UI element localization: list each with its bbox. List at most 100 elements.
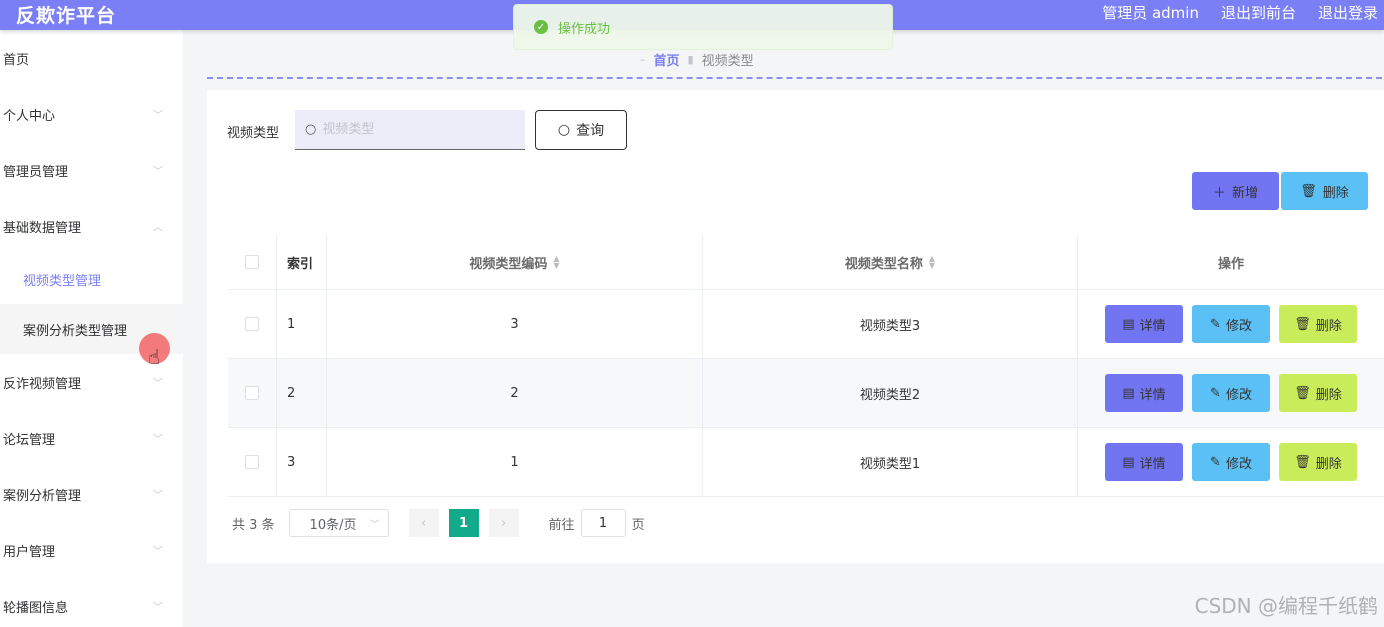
sidebar-item-label: 轮播图信息: [3, 600, 69, 616]
row-code: 3: [327, 290, 703, 358]
prev-page-button[interactable]: ‹: [408, 509, 439, 537]
edit-button[interactable]: ✎ 修改: [1192, 374, 1270, 412]
data-table: 索引 视频类型编码 ▲ ▼ 视频类型名称 ▲ ▼ 操作 1 3 视频类型3 ▤ 详情 …: [228, 235, 1384, 497]
row-operations: ▤ 详情 ✎ 修改 🗑 删除: [1078, 428, 1384, 496]
detail-button[interactable]: ▤ 详情: [1105, 443, 1183, 481]
exit-to-front-link[interactable]: 退出到前台: [1221, 2, 1296, 23]
trash-icon: 🗑: [1294, 385, 1311, 401]
add-button[interactable]: ＋ 新增: [1192, 172, 1279, 210]
chevron-down-icon: ﹀: [153, 546, 163, 558]
sidebar-item-label: 个人中心: [3, 108, 56, 124]
sidebar-item-label: 案例分析管理: [3, 488, 82, 504]
query-button[interactable]: ○ 查询: [535, 110, 627, 150]
sidebar-item-label: 管理员管理: [3, 164, 69, 180]
page-number-current[interactable]: 1: [448, 509, 479, 537]
sidebar-item-user-management[interactable]: 用户管理 ﹀: [0, 522, 183, 578]
pencil-icon: ✎: [1210, 316, 1221, 332]
sidebar-item-personal-center[interactable]: 个人中心 ﹀: [0, 86, 183, 142]
sidebar-item-home[interactable]: 首页: [0, 30, 183, 86]
next-page-button[interactable]: ›: [488, 509, 519, 537]
row-checkbox[interactable]: [245, 455, 259, 469]
pagination-total: 共 3 条: [232, 517, 275, 533]
edit-button[interactable]: ✎ 修改: [1192, 443, 1270, 481]
row-name: 视频类型3: [703, 290, 1078, 358]
delete-button[interactable]: 🗑 删除: [1279, 305, 1357, 343]
row-operations: ▤ 详情 ✎ 修改 🗑 删除: [1078, 290, 1384, 358]
table-header-row: 索引 视频类型编码 ▲ ▼ 视频类型名称 ▲ ▼ 操作: [228, 235, 1384, 290]
batch-delete-label: 删除: [1322, 185, 1349, 201]
detail-button[interactable]: ▤ 详情: [1105, 374, 1183, 412]
sidebar-item-label: 反诈视频管理: [3, 376, 82, 392]
pencil-icon: ✎: [1210, 385, 1221, 401]
trash-icon: 🗑: [1300, 183, 1317, 199]
search-input-wrapper[interactable]: ○: [295, 110, 525, 150]
table-row: 3 1 视频类型1 ▤ 详情 ✎ 修改 🗑 删除: [228, 428, 1384, 497]
hand-cursor-icon: ☝: [148, 345, 161, 369]
sort-icon[interactable]: ▲ ▼: [929, 255, 935, 270]
chevron-left-icon: ‹: [420, 515, 427, 531]
breadcrumb-separator-icon: ▮: [687, 53, 694, 66]
detail-label: 详情: [1139, 318, 1166, 334]
chevron-down-icon: ﹀: [153, 490, 163, 502]
admin-user-label[interactable]: 管理员 admin: [1102, 2, 1199, 23]
sidebar-item-label: 论坛管理: [3, 432, 56, 448]
row-code: 1: [327, 428, 703, 496]
pencil-icon: ✎: [1210, 454, 1221, 470]
chevron-down-icon: ﹀: [153, 110, 163, 122]
search-input[interactable]: [322, 122, 513, 137]
document-icon: ▤: [1122, 385, 1135, 401]
header-name[interactable]: 视频类型名称 ▲ ▼: [703, 235, 1078, 289]
sidebar-item-forum[interactable]: 论坛管理 ﹀: [0, 410, 183, 466]
row-checkbox-cell: [228, 428, 277, 496]
edit-label: 修改: [1225, 456, 1252, 472]
row-index: 1: [277, 290, 327, 358]
batch-delete-button[interactable]: 🗑 删除: [1281, 172, 1368, 210]
chevron-down-icon: ﹀: [153, 378, 163, 390]
search-label: 视频类型: [227, 126, 280, 141]
delete-label: 删除: [1315, 387, 1342, 403]
breadcrumb: – 首页 ▮ 视频类型: [640, 50, 754, 69]
sidebar-subitem-video-type[interactable]: 视频类型管理: [0, 254, 183, 304]
header-code[interactable]: 视频类型编码 ▲ ▼: [327, 235, 703, 289]
breadcrumb-current: 视频类型: [701, 54, 754, 69]
row-checkbox-cell: [228, 359, 277, 427]
sidebar-item-admin-management[interactable]: 管理员管理 ﹀: [0, 142, 183, 198]
document-icon: ▤: [1122, 454, 1135, 470]
delete-button[interactable]: 🗑 删除: [1279, 443, 1357, 481]
sidebar-item-basic-data[interactable]: 基础数据管理 ︿: [0, 198, 183, 254]
success-toast: ✓ 操作成功: [513, 4, 893, 50]
breadcrumb-line-icon: –: [640, 53, 646, 66]
sidebar-item-label: 基础数据管理: [3, 220, 82, 236]
sidebar-item-carousel[interactable]: 轮播图信息 ﹀: [0, 578, 183, 627]
check-circle-icon: ✓: [534, 20, 548, 34]
chevron-right-icon: ›: [500, 515, 507, 531]
sidebar-item-label: 首页: [3, 52, 30, 68]
dashed-divider: [207, 77, 1382, 79]
brand-title: 反欺诈平台: [16, 5, 117, 27]
page-size-value: 10条/页: [309, 517, 357, 533]
detail-button[interactable]: ▤ 详情: [1105, 305, 1183, 343]
logout-link[interactable]: 退出登录: [1318, 2, 1378, 23]
chevron-down-icon: ﹀: [153, 166, 163, 178]
row-name: 视频类型1: [703, 428, 1078, 496]
edit-label: 修改: [1225, 318, 1252, 334]
goto-page-input[interactable]: [580, 509, 626, 537]
search-icon: ○: [557, 122, 571, 138]
row-checkbox[interactable]: [245, 317, 259, 331]
row-checkbox[interactable]: [245, 386, 259, 400]
edit-button[interactable]: ✎ 修改: [1192, 305, 1270, 343]
delete-label: 删除: [1315, 456, 1342, 472]
sidebar-item-label: 用户管理: [3, 544, 56, 560]
delete-button[interactable]: 🗑 删除: [1279, 374, 1357, 412]
breadcrumb-home[interactable]: 首页: [654, 50, 680, 69]
page-suffix: 页: [631, 517, 645, 533]
row-name: 视频类型2: [703, 359, 1078, 427]
select-all-checkbox[interactable]: [245, 255, 259, 269]
detail-label: 详情: [1139, 387, 1166, 403]
sort-icon[interactable]: ▲ ▼: [553, 255, 559, 270]
document-icon: ▤: [1122, 316, 1135, 332]
goto-label: 前往: [548, 517, 575, 533]
page-size-select[interactable]: 10条/页 ﹀: [288, 509, 389, 537]
sidebar-item-label: 案例分析类型管理: [23, 323, 128, 339]
sidebar-item-case-analysis[interactable]: 案例分析管理 ﹀: [0, 466, 183, 522]
